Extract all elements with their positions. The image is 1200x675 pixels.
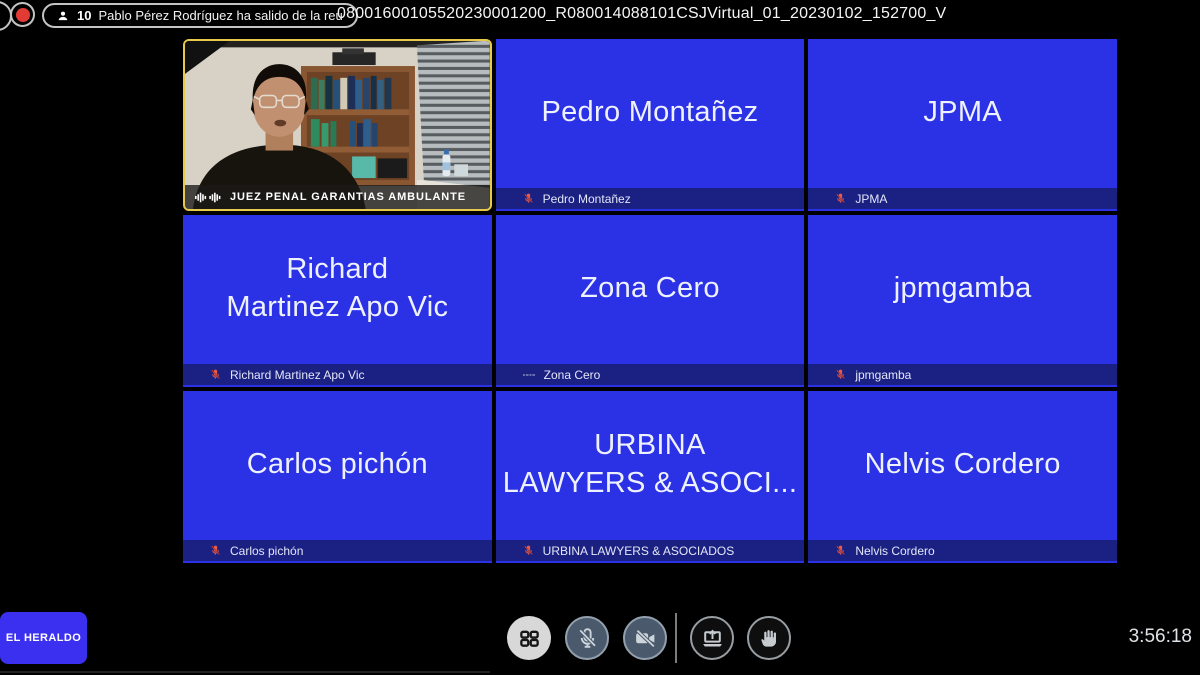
participant-display-name: jpmgamba — [808, 215, 1117, 363]
record-button[interactable] — [10, 2, 35, 27]
participant-name-bar: JPMA — [808, 188, 1117, 209]
participant-display-name: Zona Cero — [496, 215, 805, 363]
mic-muted-icon — [522, 544, 535, 557]
participant-name-bar: jpmgamba — [808, 364, 1117, 385]
participant-name-label: Carlos pichón — [230, 544, 303, 558]
participant-name-label: JUEZ PENAL GARANTIAS AMBULANTE — [230, 191, 466, 203]
participant-name-label: URBINA LAWYERS & ASOCIADOS — [543, 544, 735, 558]
share-screen-icon — [700, 626, 725, 651]
mic-muted-icon — [834, 192, 847, 205]
participant-name-bar: Zona Cero — [496, 364, 805, 385]
participant-grid: JUEZ PENAL GARANTIAS AMBULANTE Pedro Mont… — [183, 39, 1117, 563]
mic-muted-icon — [834, 544, 847, 557]
record-icon — [16, 8, 30, 22]
participant-display-name: Richard Martinez Apo Vic — [183, 215, 492, 363]
video-progress-line — [0, 671, 490, 673]
participant-name-label: Richard Martinez Apo Vic — [230, 368, 365, 382]
share-screen-button[interactable] — [690, 616, 734, 660]
mic-off-icon — [575, 626, 600, 651]
participant-tile-pedro-montanez[interactable]: Pedro Montañez Pedro Montañez — [496, 39, 805, 211]
mic-muted-icon — [209, 368, 222, 381]
participant-tile-jpma[interactable]: JPMA JPMA — [808, 39, 1117, 211]
participant-tile-carlos-pichon[interactable]: Carlos pichón Carlos pichón — [183, 391, 492, 563]
camera-button[interactable] — [623, 616, 667, 660]
participants-icon — [56, 9, 70, 23]
participant-tile-zona-cero[interactable]: Zona Cero Zona Cero — [496, 215, 805, 387]
recording-title: 08001600105520230001200_R080014088101CSJ… — [337, 5, 946, 23]
camera-off-icon — [633, 626, 658, 651]
gallery-view-button[interactable] — [507, 616, 551, 660]
participant-name-label: Pedro Montañez — [543, 192, 631, 206]
participant-tile-urbina-lawyers[interactable]: URBINA LAWYERS & ASOCI... URBINA LAWYERS … — [496, 391, 805, 563]
participant-name-label: Zona Cero — [544, 368, 601, 382]
participant-name-label: Nelvis Cordero — [855, 544, 934, 558]
elapsed-timer: 3:56:18 — [1129, 626, 1192, 648]
participant-name-bar: Nelvis Cordero — [808, 540, 1117, 561]
participant-tile-richard-martinez[interactable]: Richard Martinez Apo Vic Richard Martinez… — [183, 215, 492, 387]
audio-silent-icon — [522, 368, 536, 382]
participant-tile-juez[interactable]: JUEZ PENAL GARANTIAS AMBULANTE — [183, 39, 492, 211]
participant-count: 10 — [77, 8, 91, 23]
watermark-el-heraldo: EL HERALDO — [0, 612, 87, 664]
judge-video-feed — [185, 41, 490, 209]
notification-text: Pablo Pérez Rodríguez ha salido de la re… — [98, 8, 342, 23]
participants-pill[interactable]: 10 Pablo Pérez Rodríguez ha salido de la… — [42, 3, 358, 28]
participant-name-label: jpmgamba — [855, 368, 911, 382]
grid-icon — [518, 627, 541, 650]
mic-muted-icon — [522, 192, 535, 205]
meeting-window: 10 Pablo Pérez Rodríguez ha salido de la… — [0, 0, 1200, 675]
participant-name-bar: Carlos pichón — [183, 540, 492, 561]
microphone-button[interactable] — [565, 616, 609, 660]
participant-display-name: URBINA LAWYERS & ASOCI... — [496, 391, 805, 539]
participant-tile-jpmgamba[interactable]: jpmgamba jpmgamba — [808, 215, 1117, 387]
participant-name-bar: Richard Martinez Apo Vic — [183, 364, 492, 385]
participant-tile-nelvis-cordero[interactable]: Nelvis Cordero Nelvis Cordero — [808, 391, 1117, 563]
participant-display-name: JPMA — [808, 39, 1117, 187]
participant-name-bar: URBINA LAWYERS & ASOCIADOS — [496, 540, 805, 561]
mic-muted-icon — [834, 368, 847, 381]
mic-muted-icon — [209, 544, 222, 557]
participant-name-bar: Pedro Montañez — [496, 188, 805, 209]
participant-display-name: Pedro Montañez — [496, 39, 805, 187]
participant-name-bar: JUEZ PENAL GARANTIAS AMBULANTE — [185, 185, 490, 209]
control-bar-divider — [675, 613, 677, 663]
participant-display-name: Nelvis Cordero — [808, 391, 1117, 539]
audio-waveform-icon — [195, 191, 222, 204]
participant-display-name: Carlos pichón — [183, 391, 492, 539]
participant-name-label: JPMA — [855, 192, 887, 206]
raise-hand-button[interactable] — [747, 616, 791, 660]
raise-hand-icon — [758, 627, 781, 650]
